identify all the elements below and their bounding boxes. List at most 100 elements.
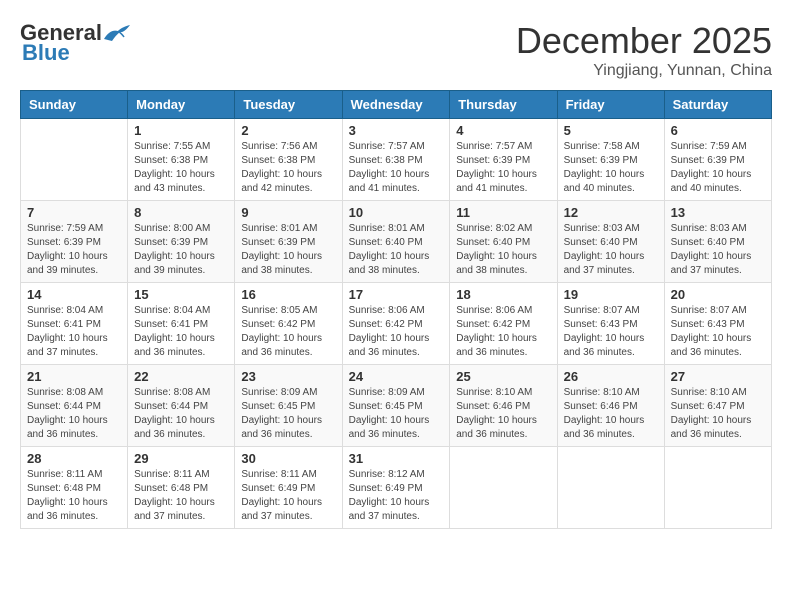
day-info: Sunrise: 7:59 AM Sunset: 6:39 PM Dayligh… [27, 222, 121, 278]
day-number: 25 [456, 369, 550, 384]
day-info: Sunrise: 8:11 AM Sunset: 6:48 PM Dayligh… [27, 468, 121, 524]
daylight-text: Daylight: 10 hours and 39 minutes. [27, 250, 121, 278]
sunrise-text: Sunrise: 7:59 AM [671, 140, 765, 154]
day-info: Sunrise: 7:58 AM Sunset: 6:39 PM Dayligh… [564, 140, 658, 196]
table-row: 17 Sunrise: 8:06 AM Sunset: 6:42 PM Dayl… [342, 283, 450, 365]
sunset-text: Sunset: 6:46 PM [564, 400, 658, 414]
table-row: 13 Sunrise: 8:03 AM Sunset: 6:40 PM Dayl… [664, 201, 771, 283]
sunrise-text: Sunrise: 8:00 AM [134, 222, 228, 236]
location-title: Yingjiang, Yunnan, China [516, 62, 772, 80]
day-number: 8 [134, 205, 228, 220]
sunrise-text: Sunrise: 7:57 AM [349, 140, 444, 154]
sunset-text: Sunset: 6:43 PM [564, 318, 658, 332]
table-row: 3 Sunrise: 7:57 AM Sunset: 6:38 PM Dayli… [342, 119, 450, 201]
daylight-text: Daylight: 10 hours and 36 minutes. [27, 414, 121, 442]
sunset-text: Sunset: 6:46 PM [456, 400, 550, 414]
day-number: 9 [241, 205, 335, 220]
table-row: 28 Sunrise: 8:11 AM Sunset: 6:48 PM Dayl… [21, 447, 128, 529]
sunrise-text: Sunrise: 7:59 AM [27, 222, 121, 236]
sunrise-text: Sunrise: 8:04 AM [27, 304, 121, 318]
sunrise-text: Sunrise: 8:01 AM [349, 222, 444, 236]
daylight-text: Daylight: 10 hours and 40 minutes. [564, 168, 658, 196]
calendar-week-2: 7 Sunrise: 7:59 AM Sunset: 6:39 PM Dayli… [21, 201, 772, 283]
day-info: Sunrise: 8:01 AM Sunset: 6:40 PM Dayligh… [349, 222, 444, 278]
day-number: 17 [349, 287, 444, 302]
daylight-text: Daylight: 10 hours and 37 minutes. [564, 250, 658, 278]
day-info: Sunrise: 8:08 AM Sunset: 6:44 PM Dayligh… [27, 386, 121, 442]
daylight-text: Daylight: 10 hours and 36 minutes. [27, 496, 121, 524]
day-info: Sunrise: 8:02 AM Sunset: 6:40 PM Dayligh… [456, 222, 550, 278]
logo-bird-icon [102, 21, 132, 45]
day-number: 14 [27, 287, 121, 302]
daylight-text: Daylight: 10 hours and 36 minutes. [564, 332, 658, 360]
day-number: 4 [456, 123, 550, 138]
sunset-text: Sunset: 6:39 PM [134, 236, 228, 250]
sunrise-text: Sunrise: 8:11 AM [134, 468, 228, 482]
sunset-text: Sunset: 6:40 PM [349, 236, 444, 250]
day-info: Sunrise: 8:00 AM Sunset: 6:39 PM Dayligh… [134, 222, 228, 278]
day-info: Sunrise: 8:11 AM Sunset: 6:48 PM Dayligh… [134, 468, 228, 524]
table-row: 9 Sunrise: 8:01 AM Sunset: 6:39 PM Dayli… [235, 201, 342, 283]
sunset-text: Sunset: 6:47 PM [671, 400, 765, 414]
sunset-text: Sunset: 6:40 PM [564, 236, 658, 250]
daylight-text: Daylight: 10 hours and 36 minutes. [564, 414, 658, 442]
sunrise-text: Sunrise: 8:08 AM [134, 386, 228, 400]
daylight-text: Daylight: 10 hours and 42 minutes. [241, 168, 335, 196]
day-number: 21 [27, 369, 121, 384]
sunset-text: Sunset: 6:48 PM [27, 482, 121, 496]
sunset-text: Sunset: 6:40 PM [456, 236, 550, 250]
day-number: 3 [349, 123, 444, 138]
daylight-text: Daylight: 10 hours and 36 minutes. [134, 414, 228, 442]
sunset-text: Sunset: 6:38 PM [134, 154, 228, 168]
day-number: 31 [349, 451, 444, 466]
table-row [450, 447, 557, 529]
table-row: 31 Sunrise: 8:12 AM Sunset: 6:49 PM Dayl… [342, 447, 450, 529]
table-row: 5 Sunrise: 7:58 AM Sunset: 6:39 PM Dayli… [557, 119, 664, 201]
day-info: Sunrise: 7:59 AM Sunset: 6:39 PM Dayligh… [671, 140, 765, 196]
sunrise-text: Sunrise: 8:03 AM [564, 222, 658, 236]
daylight-text: Daylight: 10 hours and 37 minutes. [349, 496, 444, 524]
day-info: Sunrise: 8:12 AM Sunset: 6:49 PM Dayligh… [349, 468, 444, 524]
daylight-text: Daylight: 10 hours and 37 minutes. [671, 250, 765, 278]
day-info: Sunrise: 8:04 AM Sunset: 6:41 PM Dayligh… [134, 304, 228, 360]
sunset-text: Sunset: 6:44 PM [134, 400, 228, 414]
day-info: Sunrise: 7:55 AM Sunset: 6:38 PM Dayligh… [134, 140, 228, 196]
calendar-table: Sunday Monday Tuesday Wednesday Thursday… [20, 90, 772, 529]
day-number: 10 [349, 205, 444, 220]
title-section: December 2025 Yingjiang, Yunnan, China [516, 20, 772, 80]
day-number: 2 [241, 123, 335, 138]
sunset-text: Sunset: 6:49 PM [241, 482, 335, 496]
daylight-text: Daylight: 10 hours and 38 minutes. [349, 250, 444, 278]
day-info: Sunrise: 8:07 AM Sunset: 6:43 PM Dayligh… [671, 304, 765, 360]
table-row [21, 119, 128, 201]
logo-blue: Blue [22, 40, 70, 66]
day-info: Sunrise: 8:08 AM Sunset: 6:44 PM Dayligh… [134, 386, 228, 442]
sunset-text: Sunset: 6:41 PM [27, 318, 121, 332]
daylight-text: Daylight: 10 hours and 37 minutes. [134, 496, 228, 524]
day-number: 15 [134, 287, 228, 302]
day-number: 7 [27, 205, 121, 220]
daylight-text: Daylight: 10 hours and 36 minutes. [456, 332, 550, 360]
day-info: Sunrise: 8:03 AM Sunset: 6:40 PM Dayligh… [564, 222, 658, 278]
day-info: Sunrise: 8:03 AM Sunset: 6:40 PM Dayligh… [671, 222, 765, 278]
sunrise-text: Sunrise: 8:07 AM [564, 304, 658, 318]
day-info: Sunrise: 7:57 AM Sunset: 6:38 PM Dayligh… [349, 140, 444, 196]
table-row: 8 Sunrise: 8:00 AM Sunset: 6:39 PM Dayli… [128, 201, 235, 283]
daylight-text: Daylight: 10 hours and 36 minutes. [671, 414, 765, 442]
sunrise-text: Sunrise: 8:09 AM [349, 386, 444, 400]
table-row: 4 Sunrise: 7:57 AM Sunset: 6:39 PM Dayli… [450, 119, 557, 201]
day-number: 28 [27, 451, 121, 466]
calendar-week-5: 28 Sunrise: 8:11 AM Sunset: 6:48 PM Dayl… [21, 447, 772, 529]
sunrise-text: Sunrise: 8:01 AM [241, 222, 335, 236]
table-row: 16 Sunrise: 8:05 AM Sunset: 6:42 PM Dayl… [235, 283, 342, 365]
table-row [557, 447, 664, 529]
calendar-week-4: 21 Sunrise: 8:08 AM Sunset: 6:44 PM Dayl… [21, 365, 772, 447]
table-row: 30 Sunrise: 8:11 AM Sunset: 6:49 PM Dayl… [235, 447, 342, 529]
day-number: 27 [671, 369, 765, 384]
daylight-text: Daylight: 10 hours and 36 minutes. [349, 414, 444, 442]
table-row: 7 Sunrise: 7:59 AM Sunset: 6:39 PM Dayli… [21, 201, 128, 283]
sunrise-text: Sunrise: 8:03 AM [671, 222, 765, 236]
table-row: 14 Sunrise: 8:04 AM Sunset: 6:41 PM Dayl… [21, 283, 128, 365]
table-row: 19 Sunrise: 8:07 AM Sunset: 6:43 PM Dayl… [557, 283, 664, 365]
table-row: 20 Sunrise: 8:07 AM Sunset: 6:43 PM Dayl… [664, 283, 771, 365]
